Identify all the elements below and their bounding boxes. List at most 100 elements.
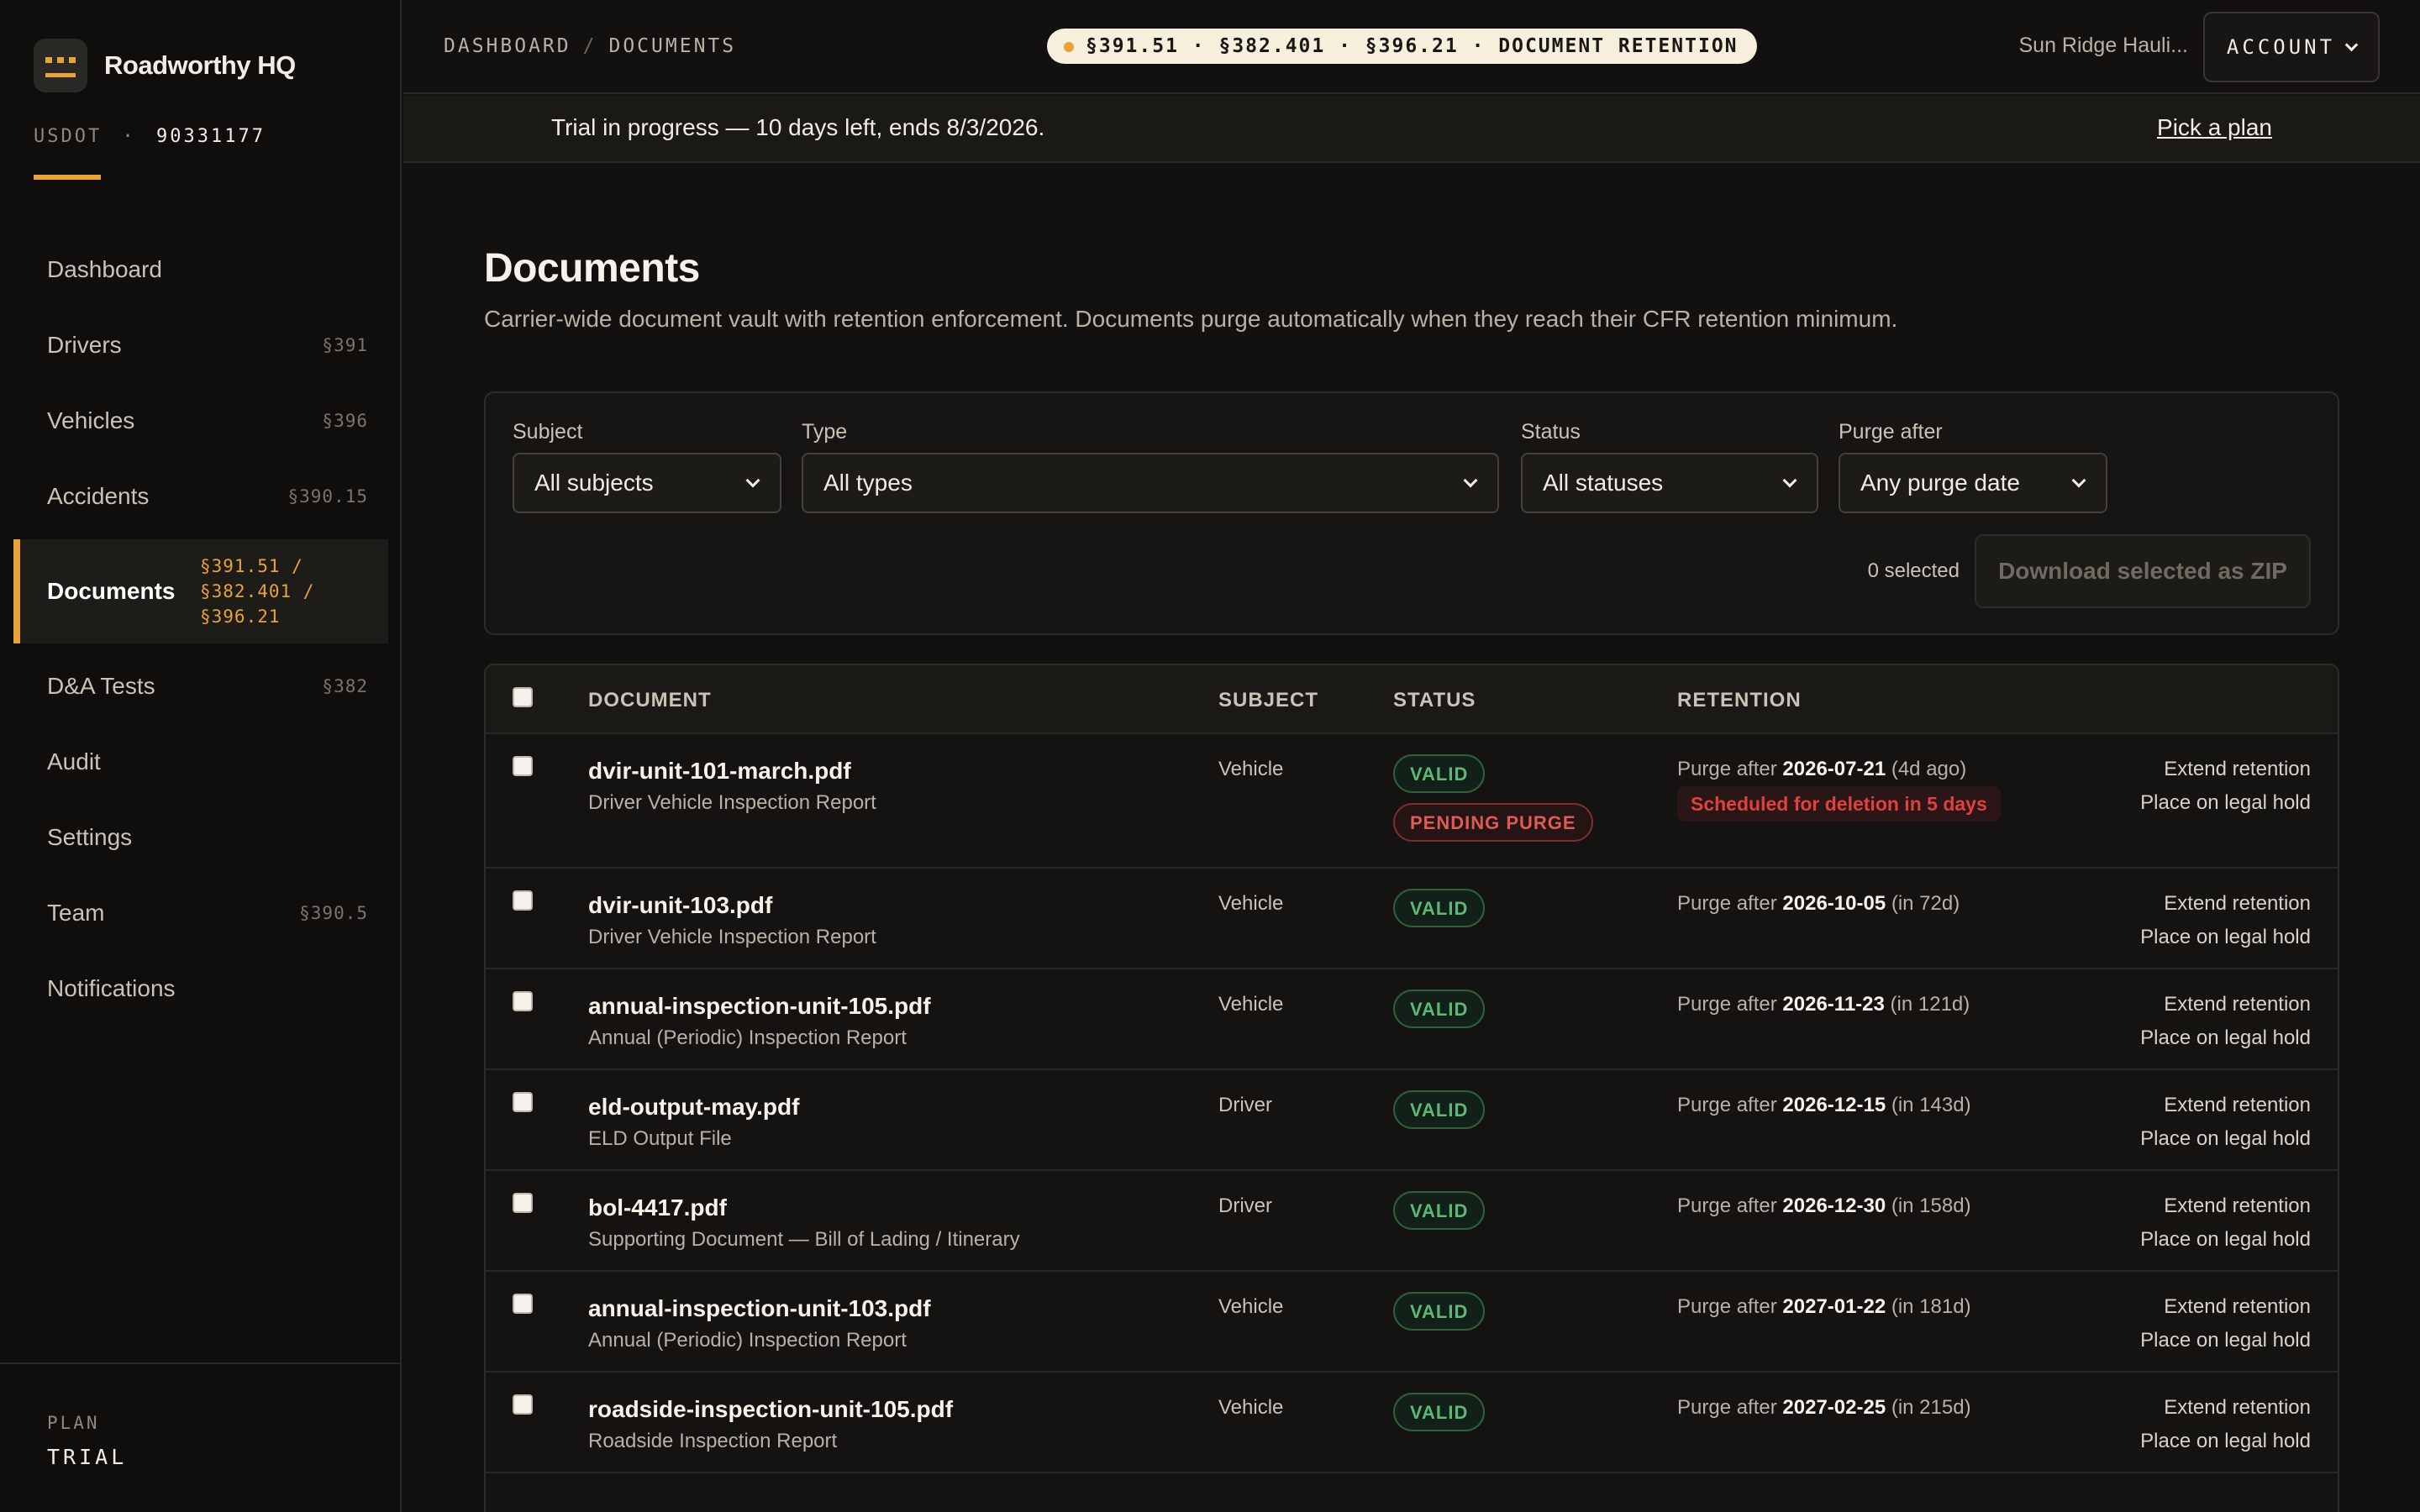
- document-name[interactable]: dvir-unit-103.pdf: [588, 892, 772, 919]
- legal-hold-link[interactable]: Place on legal hold: [2140, 1026, 2311, 1050]
- column-status: STATUS: [1393, 689, 1476, 711]
- row-checkbox[interactable]: [513, 1092, 533, 1112]
- row-checkbox[interactable]: [513, 1294, 533, 1314]
- trial-banner: Trial in progress — 10 days left, ends 8…: [403, 96, 2420, 163]
- status-badge: VALID: [1393, 889, 1486, 927]
- page-title: Documents: [484, 246, 700, 291]
- purge-relative: (in 158d): [1891, 1194, 1971, 1217]
- sidebar-item-label: Accidents: [47, 483, 150, 509]
- extend-retention-link[interactable]: Extend retention: [2164, 1295, 2311, 1319]
- document-name[interactable]: dvir-unit-101-march.pdf: [588, 758, 851, 785]
- type-select[interactable]: All types: [802, 453, 1499, 513]
- extend-retention-link[interactable]: Extend retention: [2164, 993, 2311, 1016]
- sidebar-item-notifications[interactable]: Notifications: [13, 951, 388, 1026]
- table-row: bol-4417.pdf Supporting Document — Bill o…: [486, 1171, 2338, 1272]
- document-subject: Vehicle: [1218, 1396, 1284, 1419]
- type-select-value: All types: [823, 470, 913, 496]
- account-button[interactable]: ACCOUNT: [2203, 12, 2380, 82]
- status-filter-label: Status: [1521, 420, 1581, 444]
- purge-date: 2026-11-23: [1782, 993, 1885, 1016]
- sidebar-item-documents[interactable]: Documents §391.51 / §382.401 / §396.21: [13, 539, 388, 643]
- breadcrumb-dashboard[interactable]: DASHBOARD: [444, 35, 571, 57]
- document-name[interactable]: eld-output-may.pdf: [588, 1094, 799, 1121]
- extend-retention-link[interactable]: Extend retention: [2164, 758, 2311, 781]
- document-subject: Driver: [1218, 1094, 1272, 1116]
- sidebar-item-vehicles[interactable]: Vehicles §396: [13, 383, 388, 459]
- purge-date: 2027-01-22: [1782, 1295, 1886, 1318]
- chevron-down-icon: [1782, 473, 1797, 488]
- brand[interactable]: Roadworthy HQ: [34, 39, 296, 92]
- plan-box: PLAN TRIAL: [0, 1362, 400, 1512]
- select-all-checkbox[interactable]: [513, 687, 533, 707]
- document-subject: Vehicle: [1218, 1295, 1284, 1318]
- extend-retention-link[interactable]: Extend retention: [2164, 1396, 2311, 1420]
- retention-info: Purge after 2026-07-21 (4d ago): [1677, 758, 1966, 781]
- legal-hold-link[interactable]: Place on legal hold: [2140, 1329, 2311, 1352]
- sidebar-item-label: Audit: [47, 748, 101, 774]
- purge-relative: (4d ago): [1891, 758, 1967, 780]
- sidebar-item-team[interactable]: Team §390.5: [13, 875, 388, 951]
- sidebar-item-label: D&A Tests: [47, 673, 155, 699]
- deletion-warning: Scheduled for deletion in 5 days: [1677, 786, 2001, 822]
- sidebar-item-settings[interactable]: Settings: [13, 800, 388, 875]
- sidebar-item-d-a-tests[interactable]: D&A Tests §382: [13, 648, 388, 724]
- legal-hold-link[interactable]: Place on legal hold: [2140, 1228, 2311, 1252]
- row-checkbox[interactable]: [513, 756, 533, 776]
- subject-select[interactable]: All subjects: [513, 453, 781, 513]
- purge-date: 2027-02-25: [1782, 1396, 1886, 1419]
- sidebar-item-label: Settings: [47, 824, 133, 850]
- sidebar-item-audit[interactable]: Audit: [13, 724, 388, 800]
- status-filter: Status All statuses: [1521, 420, 1818, 513]
- type-filter: Type All types: [802, 420, 1499, 513]
- table-body: dvir-unit-101-march.pdf Driver Vehicle In…: [486, 734, 2338, 1473]
- document-subject: Driver: [1218, 1194, 1272, 1217]
- purge-relative: (in 121d): [1890, 993, 1970, 1016]
- plan-value: TRIAL: [47, 1445, 128, 1469]
- document-subject: Vehicle: [1218, 758, 1284, 780]
- sidebar-item-drivers[interactable]: Drivers §391: [13, 307, 388, 383]
- legal-hold-link[interactable]: Place on legal hold: [2140, 1430, 2311, 1453]
- download-zip-button[interactable]: Download selected as ZIP: [1975, 534, 2311, 608]
- pending-purge-badge: PENDING PURGE: [1393, 803, 1593, 842]
- extend-retention-link[interactable]: Extend retention: [2164, 892, 2311, 916]
- chevron-down-icon: [2344, 38, 2359, 51]
- sidebar-item-accidents[interactable]: Accidents §390.15: [13, 459, 388, 534]
- row-checkbox[interactable]: [513, 890, 533, 911]
- usdot: USDOT · 90331177: [34, 126, 266, 147]
- legal-hold-link[interactable]: Place on legal hold: [2140, 791, 2311, 815]
- legal-hold-link[interactable]: Place on legal hold: [2140, 926, 2311, 949]
- sidebar-item-dashboard[interactable]: Dashboard: [13, 232, 388, 307]
- topbar: DASHBOARD / DOCUMENTS §391.51 · §382.401 ·…: [403, 0, 2420, 94]
- subject-filter-label: Subject: [513, 420, 583, 444]
- table-row: roadside-inspection-unit-105.pdf Roadside…: [486, 1373, 2338, 1473]
- purge-date: 2026-10-05: [1782, 892, 1886, 915]
- pick-plan-link[interactable]: Pick a plan: [2157, 114, 2272, 141]
- account-label: ACCOUNT: [2226, 35, 2336, 59]
- row-checkbox[interactable]: [513, 1394, 533, 1415]
- sidebar-item-label: Dashboard: [47, 256, 162, 282]
- document-name[interactable]: annual-inspection-unit-103.pdf: [588, 1295, 931, 1322]
- row-checkbox[interactable]: [513, 1193, 533, 1213]
- status-badge: VALID: [1393, 1393, 1486, 1431]
- document-type: Supporting Document — Bill of Lading / I…: [588, 1228, 1020, 1251]
- usdot-label: USDOT: [34, 126, 103, 147]
- usdot-underline: [34, 175, 101, 180]
- chevron-down-icon: [745, 473, 760, 488]
- usdot-separator: ·: [122, 126, 136, 147]
- document-name[interactable]: annual-inspection-unit-105.pdf: [588, 993, 931, 1020]
- column-retention: RETENTION: [1677, 689, 1802, 711]
- legal-hold-link[interactable]: Place on legal hold: [2140, 1127, 2311, 1151]
- document-name[interactable]: roadside-inspection-unit-105.pdf: [588, 1396, 953, 1423]
- purge-date: 2026-12-30: [1782, 1194, 1886, 1217]
- purge-select[interactable]: Any purge date: [1839, 453, 2107, 513]
- type-filter-label: Type: [802, 420, 848, 444]
- table-row: annual-inspection-unit-105.pdf Annual (Pe…: [486, 969, 2338, 1070]
- table-row: eld-output-may.pdf ELD Output File Driver V…: [486, 1070, 2338, 1171]
- document-type: Annual (Periodic) Inspection Report: [588, 1026, 907, 1049]
- extend-retention-link[interactable]: Extend retention: [2164, 1194, 2311, 1218]
- row-checkbox[interactable]: [513, 991, 533, 1011]
- status-select[interactable]: All statuses: [1521, 453, 1818, 513]
- sidebar-item-label: Team: [47, 900, 105, 926]
- document-name[interactable]: bol-4417.pdf: [588, 1194, 727, 1221]
- extend-retention-link[interactable]: Extend retention: [2164, 1094, 2311, 1117]
